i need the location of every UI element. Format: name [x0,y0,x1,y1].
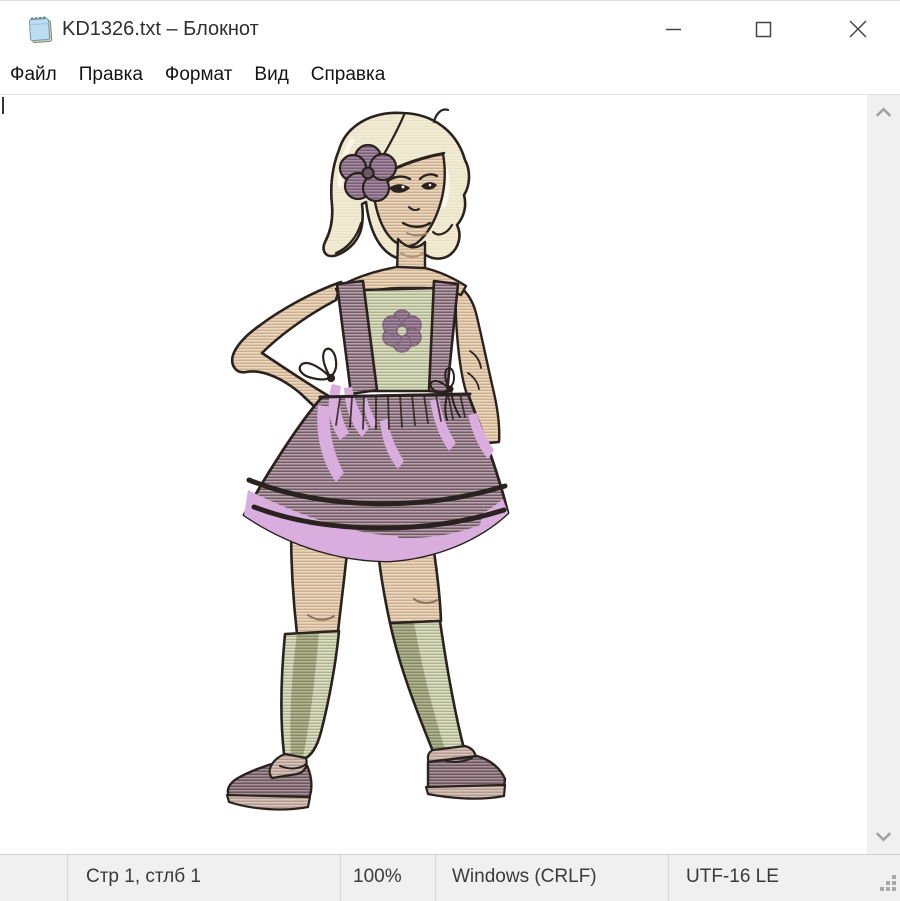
vertical-scrollbar[interactable] [867,95,900,854]
status-spacer [0,855,67,901]
right-shoe [426,746,505,799]
left-bow [300,349,336,381]
status-line-ending: Windows (CRLF) [435,855,668,901]
menu-bar: Файл Правка Формат Вид Справка [0,57,900,95]
status-encoding: UTF-16 LE [668,855,900,901]
text-area[interactable] [0,95,867,854]
title-bar: KD1326.txt – Блокнот [0,1,900,57]
close-button[interactable] [835,1,881,57]
menu-view[interactable]: Вид [247,57,295,95]
menu-format[interactable]: Формат [158,57,240,95]
notepad-window: { "window": { "title": "KD1326.txt – Бло… [0,0,900,900]
menu-edit[interactable]: Правка [72,57,150,95]
notepad-icon [26,15,56,45]
chest-flower-motif [383,310,421,352]
menu-file[interactable]: Файл [3,57,64,95]
girl-illustration [0,95,867,854]
window-title: KD1326.txt – Блокнот [62,1,259,57]
scroll-up-icon[interactable] [867,95,900,129]
minimize-button[interactable] [650,1,696,57]
left-shoe [227,754,311,809]
maximize-button[interactable] [740,1,786,57]
status-bar: Стр 1, стлб 1 100% Windows (CRLF) UTF-16… [0,854,900,901]
scroll-down-icon[interactable] [867,820,900,854]
status-zoom-level: 100% [340,855,435,901]
status-cursor-position: Стр 1, стлб 1 [67,855,340,901]
resize-grip[interactable] [876,871,898,899]
menu-help[interactable]: Справка [304,57,393,95]
